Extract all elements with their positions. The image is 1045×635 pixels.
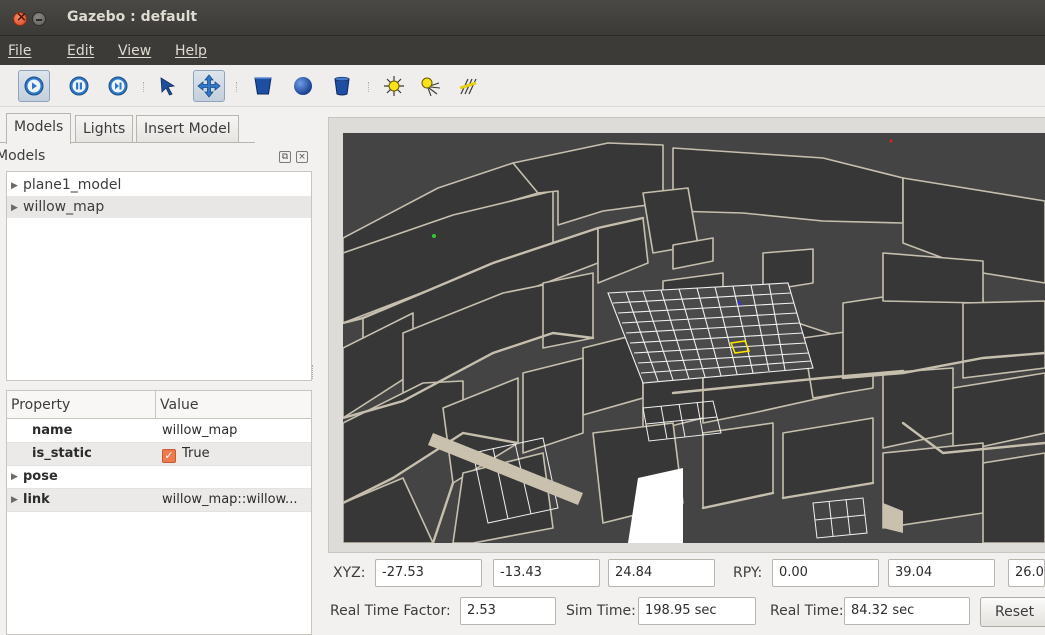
models-dock-title: Models <box>0 148 46 164</box>
real-time-factor-label: Real Time Factor: <box>330 603 451 619</box>
property-key: ▶ pose <box>11 466 58 488</box>
property-key: name <box>32 423 73 438</box>
toolbar-separator <box>236 82 238 92</box>
translate-mode-button[interactable] <box>193 70 225 102</box>
pause-icon <box>69 76 89 96</box>
cylinder-shape-icon <box>334 76 350 96</box>
toolbar-separator <box>143 82 145 92</box>
sim-time-label: Sim Time: <box>566 603 636 619</box>
insert-box-button[interactable] <box>247 70 279 102</box>
close-window-button[interactable] <box>13 10 27 26</box>
real-time-label: Real Time: <box>770 603 844 619</box>
menu-view[interactable]: View <box>118 43 151 59</box>
property-row-name[interactable]: name willow_map <box>7 420 311 443</box>
left-panel: Models Lights Insert Model Models ⧉ × ▶ p… <box>0 107 313 635</box>
checkbox-label: True <box>182 446 210 461</box>
directional-light-button[interactable] <box>452 70 484 102</box>
properties-header: Property Value <box>7 391 311 419</box>
expand-arrow-icon[interactable]: ▶ <box>11 197 23 219</box>
models-dock-header: Models ⧉ × <box>0 147 312 169</box>
box-shape-icon <box>254 77 272 95</box>
sim-time-field: 198.95 sec <box>638 597 756 625</box>
scene-render <box>343 133 1045 543</box>
move-arrows-icon <box>197 74 221 98</box>
spot-light-icon <box>421 77 441 97</box>
property-row-pose[interactable]: ▶ pose <box>7 466 311 489</box>
tree-item-label: plane1_model <box>23 177 122 193</box>
3d-viewport[interactable] <box>343 133 1045 543</box>
expand-arrow-icon[interactable]: ▶ <box>11 489 23 511</box>
insert-sphere-button[interactable] <box>287 70 319 102</box>
tree-item-willow-map[interactable]: ▶ willow_map <box>7 196 311 218</box>
menu-file[interactable]: File <box>8 43 31 59</box>
pause-button[interactable] <box>63 70 95 102</box>
title-bar: Gazebo : default <box>0 0 1045 36</box>
sphere-shape-icon <box>294 77 312 95</box>
property-key: ▶ link <box>11 489 50 511</box>
properties-table: Property Value name willow_map is_static… <box>6 390 312 635</box>
menu-edit[interactable]: Edit <box>67 43 94 59</box>
reset-time-button[interactable]: Reset <box>980 597 1045 627</box>
expand-arrow-icon[interactable]: ▶ <box>11 466 23 488</box>
minimize-window-button[interactable] <box>32 12 46 26</box>
spot-light-button[interactable] <box>415 70 447 102</box>
select-mode-button[interactable] <box>152 70 184 102</box>
y-field[interactable]: -13.43 <box>493 559 600 587</box>
pitch-field[interactable]: 39.04 <box>888 559 995 587</box>
toolbar-separator <box>368 82 370 92</box>
window-title: Gazebo : default <box>67 9 198 25</box>
point-light-icon <box>384 76 404 96</box>
yaw-field[interactable]: 26.0 <box>1008 559 1045 587</box>
close-dock-icon[interactable]: × <box>296 151 308 163</box>
tree-item-label: willow_map <box>23 199 105 215</box>
tree-item-plane1-model[interactable]: ▶ plane1_model <box>7 174 311 196</box>
insert-cylinder-button[interactable] <box>326 70 358 102</box>
property-key-label: link <box>23 492 50 507</box>
property-row-link[interactable]: ▶ link willow_map::willow... <box>7 489 311 512</box>
menu-help[interactable]: Help <box>175 43 207 59</box>
tab-insert-model[interactable]: Insert Model <box>136 115 239 143</box>
property-key: is_static <box>32 446 92 461</box>
step-icon <box>108 76 128 96</box>
property-key-label: pose <box>23 469 58 484</box>
expand-arrow-icon[interactable]: ▶ <box>11 175 23 197</box>
status-bar: Real Time Factor: 2.53 Sim Time: 198.95 … <box>328 597 1045 627</box>
roll-field[interactable]: 0.00 <box>772 559 879 587</box>
xyz-label: XYZ: <box>333 565 366 581</box>
point-light-button[interactable] <box>378 70 410 102</box>
directional-light-icon <box>459 78 477 95</box>
play-button[interactable] <box>18 70 50 102</box>
value-column-header[interactable]: Value <box>160 397 198 413</box>
panel-splitter-handle[interactable] <box>312 365 316 379</box>
column-divider <box>155 391 156 419</box>
property-value: willow_map <box>162 423 238 438</box>
real-time-factor-field: 2.53 <box>460 597 556 625</box>
x-field[interactable]: -27.53 <box>375 559 482 587</box>
tab-models[interactable]: Models <box>6 113 72 144</box>
pose-bar: XYZ: -27.53 -13.43 24.84 RPY: 0.00 39.04… <box>328 559 1045 589</box>
toolbar <box>0 65 1045 107</box>
property-value: ✓ True <box>162 443 210 465</box>
rpy-label: RPY: <box>733 565 763 581</box>
left-tabs: Models Lights Insert Model <box>0 113 312 144</box>
tab-lights[interactable]: Lights <box>75 115 134 143</box>
property-column-header[interactable]: Property <box>11 397 70 413</box>
property-row-is-static[interactable]: is_static ✓ True <box>7 443 311 466</box>
float-dock-icon[interactable]: ⧉ <box>279 151 291 163</box>
is-static-checkbox[interactable]: ✓ <box>162 449 176 463</box>
property-value: willow_map::willow... <box>162 492 298 507</box>
z-field[interactable]: 24.84 <box>608 559 715 587</box>
play-icon <box>24 76 44 96</box>
step-button[interactable] <box>102 70 134 102</box>
real-time-field: 84.32 sec <box>844 597 970 625</box>
arrow-cursor-icon <box>160 77 176 96</box>
menu-bar: File Edit View Help <box>0 36 1045 65</box>
models-tree: ▶ plane1_model ▶ willow_map <box>6 171 312 381</box>
